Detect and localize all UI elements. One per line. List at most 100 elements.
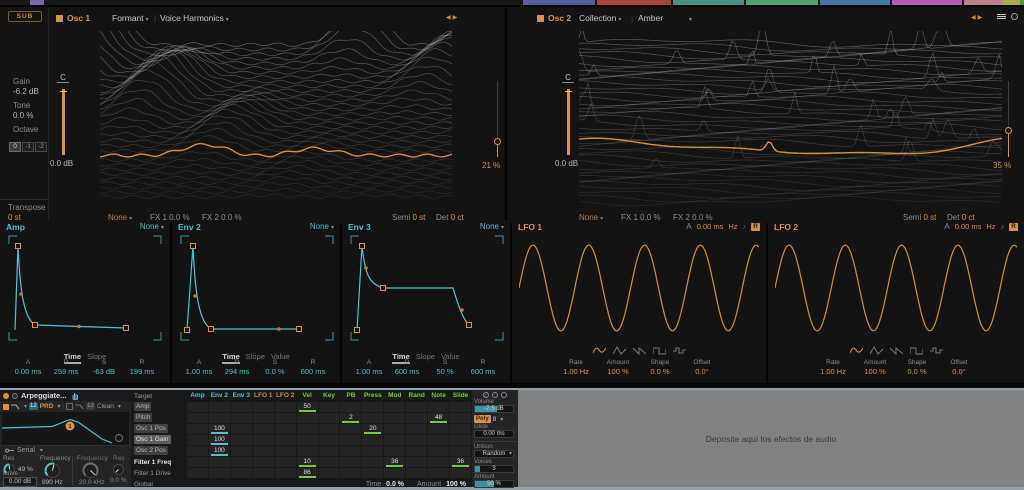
amount-value[interactable]: 100 % [854,367,896,376]
gain-value[interactable]: -6.2 dB [13,87,39,96]
matrix-row-label[interactable]: Filter 1 Drive [131,470,187,477]
octave-0-button[interactable]: 0 [9,142,21,152]
filter1-res-value[interactable]: 49 % [18,466,33,473]
slope-handle[interactable] [193,294,197,298]
release-value[interactable]: 199 ms [123,367,161,376]
device-activator-icon[interactable] [3,392,9,399]
matrix-cell[interactable] [252,435,274,445]
sine-shape-icon[interactable] [592,346,606,355]
filter1-drive-value[interactable]: 0.00 dB [3,477,37,487]
matrix-cell[interactable]: 48 [428,413,450,423]
matrix-cell[interactable] [450,446,471,456]
filter2-res-value[interactable]: 0.0 % [110,477,127,484]
unison-amount-slider[interactable]: 50 % [474,480,514,488]
amp-routing-select[interactable]: None ▾ [140,222,164,231]
release-value[interactable]: 600 ms [464,367,502,376]
filter2-slope-badge[interactable]: 12 [86,403,95,410]
filter1-circuit-select[interactable]: PRD [40,403,54,410]
matrix-cell[interactable] [274,435,296,445]
matrix-cell[interactable] [274,468,296,478]
matrix-cell[interactable] [187,446,208,456]
matrix-cell[interactable] [340,457,362,467]
matrix-cell[interactable] [318,424,340,434]
volume-slider[interactable]: -7.5 dB [474,405,514,413]
slope-handle[interactable] [19,292,23,296]
matrix-cell[interactable] [318,446,340,456]
matrix-cell[interactable] [362,413,384,423]
osc1-category-select[interactable]: Formant ▾ [112,13,149,23]
poly-mode-button[interactable]: Poly [474,415,491,423]
matrix-cell[interactable] [450,435,471,445]
matrix-cell[interactable] [340,435,362,445]
osc1-position-slider-handle[interactable] [494,138,501,145]
matrix-column-header[interactable]: LFO 1 [253,391,274,401]
offset-value[interactable]: 0.0° [681,367,723,376]
matrix-row-label[interactable]: Filter 1 Freq [131,459,187,466]
note-sync-icon[interactable]: ♪ [743,222,747,231]
matrix-cell[interactable] [428,468,450,478]
wavetable-circle-view-icon[interactable] [1011,13,1018,20]
osc2-position-slider-handle[interactable] [1005,127,1012,134]
decay-value[interactable]: 600 ms [388,367,426,376]
matrix-cell[interactable] [362,468,384,478]
hotswap-icon[interactable] [12,392,18,399]
matrix-cell[interactable] [406,402,428,412]
tone-value[interactable]: 0.0 % [13,111,33,120]
matrix-cell[interactable] [384,468,406,478]
unison-voices-value[interactable]: 3 [474,465,514,473]
filter2-circuit-select[interactable]: Clean [97,403,114,410]
matrix-cell[interactable] [252,446,274,456]
slope-handle[interactable] [364,266,368,270]
offset-value[interactable]: 0.0° [938,367,980,376]
matrix-cell[interactable] [340,468,362,478]
midi-view-icon[interactable] [492,392,498,398]
matrix-cell[interactable] [252,424,274,434]
filter2-frequency-value[interactable]: 20.0 kHz [79,479,105,486]
matrix-amount-value[interactable]: 100 % [446,481,466,488]
lfo2-retrigger-button[interactable]: R [1009,222,1018,231]
matrix-cell[interactable] [406,468,428,478]
matrix-cell[interactable] [274,413,296,423]
osc2-gain-slider-value[interactable]: 0.0 dB [555,159,578,168]
matrix-cell[interactable] [296,435,318,445]
filter2-checkbox[interactable] [66,403,74,410]
env3-envelope-display[interactable] [349,234,505,342]
matrix-cell[interactable] [362,457,384,467]
osc2-activator-checkbox[interactable] [537,15,544,22]
amp-envelope-display[interactable] [7,234,163,342]
matrix-cell[interactable] [340,424,362,434]
osc2-wavetable-select[interactable]: Amber ▾ [638,13,692,23]
matrix-column-header[interactable]: Press [362,391,383,401]
matrix-cell[interactable] [362,435,384,445]
osc2-wavetable-display[interactable] [579,31,1003,209]
matrix-column-header[interactable]: LFO 2 [275,391,296,401]
filter2-res-knob[interactable] [112,463,125,476]
filter2-frequency-knob[interactable] [82,462,99,479]
envelope-handle[interactable] [359,243,365,249]
matrix-cell[interactable] [208,468,230,478]
matrix-cell[interactable] [318,468,340,478]
matrix-cell[interactable] [450,424,471,434]
matrix-row-label[interactable]: Amp [131,401,187,413]
envelope-handle[interactable] [123,325,129,331]
octave-minus2-button[interactable]: -2 [35,142,47,152]
lfo1-retrigger-button[interactable]: R [751,222,760,231]
matrix-cell[interactable]: 36 [450,457,471,467]
matrix-cell[interactable]: 100 [208,435,230,445]
matrix-cell[interactable] [187,424,208,434]
matrix-cell[interactable]: 100 [208,424,230,434]
matrix-cell[interactable] [318,402,340,412]
matrix-cell[interactable] [318,413,340,423]
matrix-cell[interactable] [362,446,384,456]
attack-value[interactable]: 1.00 ms [350,367,388,376]
matrix-row-label[interactable]: Pitch [131,412,187,424]
matrix-column-header[interactable]: Key [319,391,340,401]
matrix-cell[interactable]: 2 [340,413,362,423]
env2-routing-select[interactable]: None ▾ [310,222,334,231]
matrix-cell[interactable] [274,457,296,467]
envelope-handle[interactable] [296,326,302,332]
triangle-shape-icon[interactable] [612,346,626,355]
rate-value[interactable]: 1.00 Hz [555,367,597,376]
matrix-cell[interactable] [384,435,406,445]
matrix-column-header[interactable]: Note PB [428,391,449,409]
